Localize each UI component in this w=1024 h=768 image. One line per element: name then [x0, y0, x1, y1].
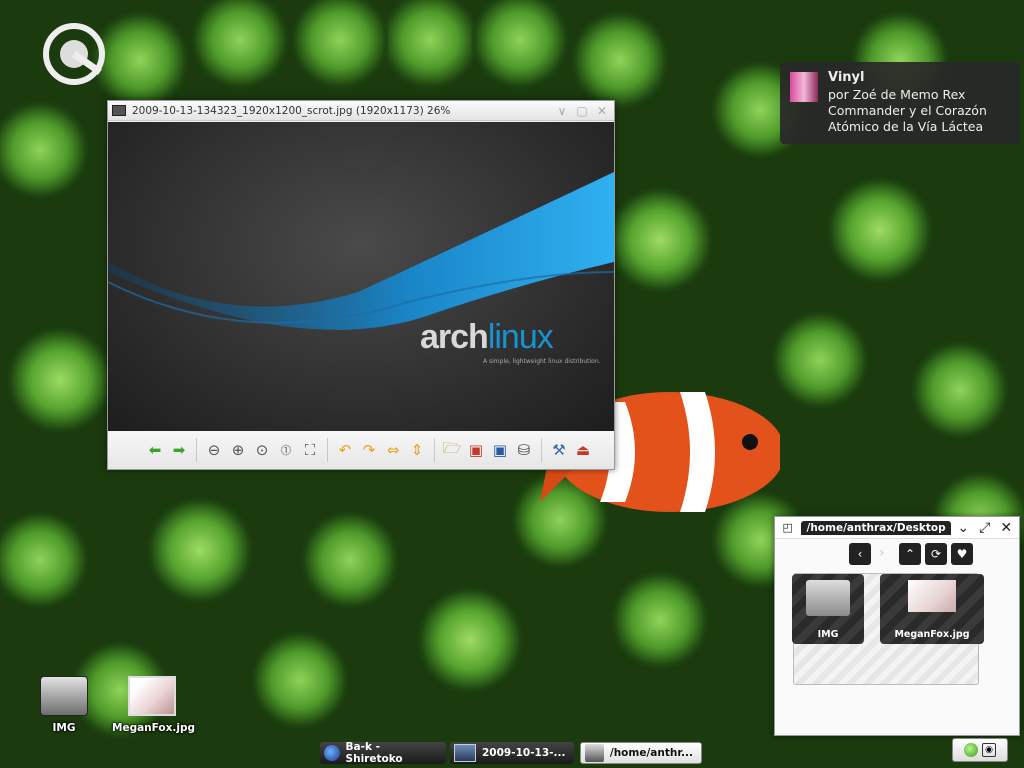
arch-tagline: A simple, lightweight linux distribution… — [483, 358, 601, 365]
folder-content-area[interactable]: IMG MeganFox.jpg — [792, 573, 984, 685]
favorite-button[interactable]: ♥ — [951, 543, 973, 565]
rotate-right-icon[interactable]: ↷ — [358, 438, 380, 462]
preferences-icon[interactable]: ⚒ — [548, 438, 570, 462]
folder-view-widget: ◰ /home/anthrax/Desktop ⌄ ⤢ ✕ ‹ › ⌃ ⟳ ♥ … — [774, 516, 1020, 736]
system-tray: ◉ — [952, 738, 1008, 762]
image-viewer-window: 2009-10-13-134323_1920x1200_scrot.jpg (1… — [107, 100, 615, 470]
zoom-in-icon[interactable]: ⊕ — [227, 438, 249, 462]
blue-wave-graphic — [108, 172, 614, 330]
task-browser[interactable]: Ba-k - Shiretoko — [320, 741, 446, 765]
folder-view-header: ◰ /home/anthrax/Desktop ⌄ ⤢ ✕ — [775, 517, 1019, 539]
folder-icon — [806, 580, 850, 616]
collapse-icon[interactable]: ⌄ — [955, 520, 973, 536]
volume-icon[interactable]: ◉ — [982, 743, 996, 757]
task-image-viewer[interactable]: 2009-10-13-... — [450, 742, 574, 764]
desktop-icon-meganfox[interactable]: MeganFox.jpg — [112, 676, 195, 734]
taskbar: Ba-k - Shiretoko 2009-10-13-... /home/an… — [0, 738, 1024, 768]
notification-line-3: Atómico de la Vía Láctea — [828, 119, 984, 134]
image-thumbnail-icon — [454, 744, 476, 762]
file-item-meganfox[interactable]: MeganFox.jpg — [880, 574, 984, 644]
viewer-titlebar[interactable]: 2009-10-13-134323_1920x1200_scrot.jpg (1… — [108, 101, 614, 121]
zoom-out-icon[interactable]: ⊖ — [203, 438, 225, 462]
music-notification[interactable]: Vinyl por Zoé de Memo Rex Commander y el… — [780, 62, 1020, 144]
save-icon[interactable]: ▣ — [465, 438, 487, 462]
album-art-thumbnail — [790, 72, 818, 102]
up-button[interactable]: ⌃ — [899, 543, 921, 565]
network-status-icon[interactable] — [964, 743, 978, 757]
desktop-icon-img[interactable]: IMG — [24, 676, 104, 734]
resize-icon[interactable]: ⤢ — [976, 520, 994, 536]
folder-path: /home/anthrax/Desktop — [800, 520, 951, 535]
next-image-icon[interactable]: ➡ — [168, 438, 190, 462]
image-canvas[interactable]: archlinux A simple, lightweight linux di… — [108, 122, 614, 432]
minimize-icon[interactable]: ∨ — [554, 103, 570, 119]
arch-linux-logo-text: archlinux — [420, 318, 554, 356]
previous-image-icon[interactable]: ⬅ — [144, 438, 166, 462]
back-button[interactable]: ‹ — [849, 543, 871, 565]
refresh-button[interactable]: ⟳ — [925, 543, 947, 565]
zoom-original-icon[interactable]: ⓵ — [275, 438, 297, 462]
maximize-icon[interactable]: ▢ — [574, 103, 590, 119]
save-as-icon[interactable]: ▣ — [489, 438, 511, 462]
rotate-left-icon[interactable]: ↶ — [334, 438, 356, 462]
notification-line-1: por Zoé de Memo Rex — [828, 87, 966, 102]
zoom-fit-icon[interactable]: ⊙ — [251, 438, 273, 462]
folder-item-img[interactable]: IMG — [792, 574, 864, 644]
folder-icon — [585, 744, 604, 762]
close-icon[interactable]: ✕ — [998, 520, 1016, 536]
image-thumbnail-icon — [908, 580, 956, 612]
quit-icon[interactable]: ⏏ — [572, 438, 594, 462]
folder-icon: ◰ — [782, 521, 793, 534]
task-file-manager[interactable]: /home/anthr... — [580, 742, 702, 764]
close-icon[interactable]: ✕ — [594, 103, 610, 119]
flip-horizontal-icon[interactable]: ⇔ — [382, 438, 404, 462]
globe-icon — [324, 745, 340, 761]
notification-body: por Zoé de Memo Rex Commander y el Coraz… — [828, 87, 1012, 135]
image-file-icon — [128, 676, 176, 716]
awesome-wm-logo-icon[interactable] — [42, 22, 106, 86]
notification-title: Vinyl — [828, 70, 865, 85]
notification-line-2: Commander y el Corazón — [828, 103, 987, 118]
open-file-icon[interactable]: 🗁 — [441, 438, 463, 462]
viewer-title: 2009-10-13-134323_1920x1200_scrot.jpg (1… — [132, 105, 451, 117]
forward-icon[interactable]: › — [879, 545, 885, 561]
fullscreen-icon[interactable]: ⛶ — [299, 438, 321, 462]
viewer-app-icon — [112, 105, 126, 116]
viewer-toolbar: ⬅ ➡ ⊖ ⊕ ⊙ ⓵ ⛶ ↶ ↷ ⇔ ⇕ 🗁 ▣ ▣ ⛁ ⚒ ⏏ — [108, 431, 614, 469]
folder-icon — [40, 676, 88, 716]
folder-nav: ‹ › ⌃ ⟳ ♥ — [775, 541, 1019, 571]
flip-vertical-icon[interactable]: ⇕ — [406, 438, 428, 462]
delete-icon[interactable]: ⛁ — [513, 438, 535, 462]
